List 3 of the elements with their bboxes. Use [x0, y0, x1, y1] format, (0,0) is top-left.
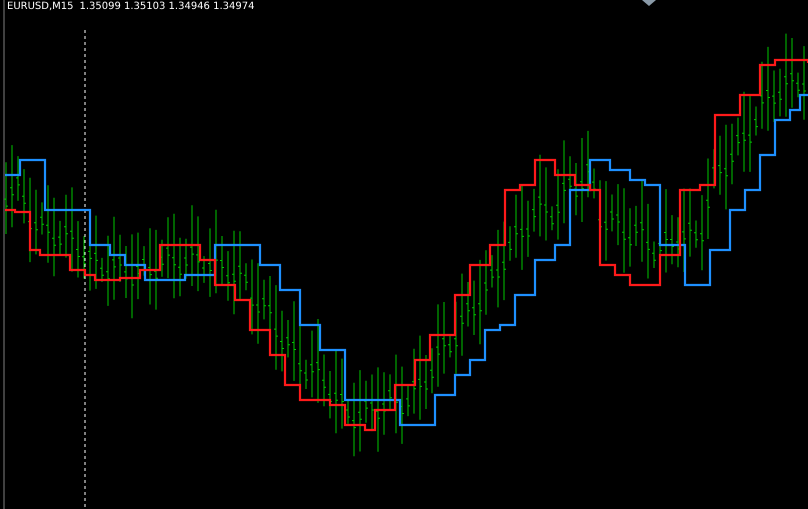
symbol-label: EURUSD,M15: [7, 1, 74, 13]
shift-marker-icon[interactable]: [642, 0, 656, 6]
quotes-label: 1.35099 1.35103 1.34946 1.34974: [79, 1, 254, 13]
